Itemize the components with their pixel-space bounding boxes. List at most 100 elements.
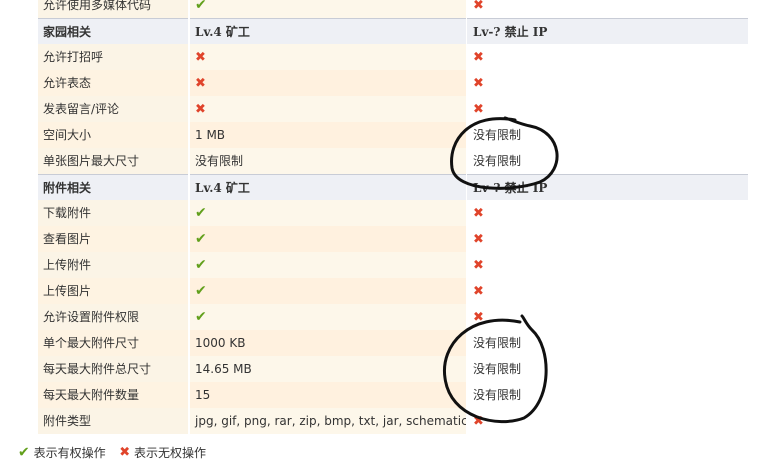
section-title: Lv-? 禁止 IP	[473, 181, 548, 195]
cross-icon: ✖	[473, 414, 484, 429]
cross-icon: ✖	[195, 102, 206, 117]
permission-label-row: 下载附件	[38, 200, 188, 226]
check-icon: ✔	[195, 0, 207, 13]
legend: ✔ 表示有权操作 ✖ 表示无权操作	[18, 444, 206, 461]
permission-labels-column: 允许使用多媒体代码 家园相关允许打招呼允许表态发表留言/评论 空间大小单张图片最大尺…	[38, 0, 188, 434]
cell-text: 没有限制	[473, 388, 522, 402]
permission-value-row: 没有限制	[467, 122, 748, 148]
cell-text: 下载附件	[43, 206, 92, 220]
cell-text: 上传图片	[43, 284, 92, 298]
cross-icon: ✖	[473, 206, 484, 221]
cell-text: 15	[195, 388, 211, 402]
permission-label-row: 发表留言/评论	[38, 96, 188, 122]
permission-label-row: 上传图片	[38, 278, 188, 304]
permission-label-row: 附件类型	[38, 408, 188, 434]
permission-value-row: ✖	[190, 96, 466, 122]
cross-icon: ✖	[473, 258, 484, 273]
cross-icon: ✖	[473, 232, 484, 247]
permission-label-row: 单个最大附件尺寸	[38, 330, 188, 356]
permission-label-row: 单张图片最大尺寸	[38, 148, 188, 174]
permission-value-row: ✔	[190, 278, 466, 304]
section-header: 附件相关	[38, 174, 188, 200]
cross-icon: ✖	[473, 50, 484, 65]
cross-icon: ✖	[473, 76, 484, 91]
permission-value-row: ✖	[190, 44, 466, 70]
permission-label-row: 每天最大附件数量	[38, 382, 188, 408]
permission-value-row: ✔	[190, 304, 466, 330]
permission-value-row: 14.65 MB	[190, 356, 466, 382]
permission-label-row: 查看图片	[38, 226, 188, 252]
section-title: 家园相关	[43, 25, 92, 39]
cell-text: 允许打招呼	[43, 50, 104, 64]
cell-text: 没有限制	[195, 154, 244, 168]
permission-value-row: ✔	[190, 252, 466, 278]
check-icon: ✔	[18, 444, 30, 461]
permission-value-row: 15	[190, 382, 466, 408]
current-group-column: ✔ Lv.4 矿工 ✖ ✖ ✖ 1 MB 没有限制 Lv.4 矿工 ✔ ✔ ✔ ✔ ✔ 1000 KB 14…	[190, 0, 466, 434]
permission-value-row: ✖	[467, 408, 748, 434]
permission-table: 允许使用多媒体代码 家园相关允许打招呼允许表态发表留言/评论 空间大小单张图片最大尺…	[0, 0, 768, 475]
permission-value-row: 没有限制	[467, 330, 748, 356]
section-header: Lv-? 禁止 IP	[467, 174, 748, 200]
cell-text: 允许表态	[43, 76, 92, 90]
section-title: 附件相关	[43, 181, 92, 195]
cell-text: 没有限制	[473, 336, 522, 350]
cell-text: 查看图片	[43, 232, 92, 246]
permission-value-row: ✖	[467, 96, 748, 122]
check-icon: ✔	[195, 283, 207, 299]
check-icon: ✔	[195, 257, 207, 273]
permission-value-row: ✖	[467, 0, 748, 18]
permission-value-row: 1000 KB	[190, 330, 466, 356]
section-title: Lv.4 矿工	[195, 181, 250, 195]
section-header: Lv.4 矿工	[190, 174, 466, 200]
legend-denied-text: 表示无权操作	[133, 446, 206, 460]
permission-value-row: 没有限制	[190, 148, 466, 174]
permission-value-row: ✖	[467, 304, 748, 330]
permission-value-row: ✔	[190, 226, 466, 252]
section-header: Lv.4 矿工	[190, 18, 466, 44]
permission-value-row: 没有限制	[467, 382, 748, 408]
cross-icon: ✖	[195, 50, 206, 65]
cross-icon: ✖	[473, 102, 484, 117]
check-icon: ✔	[195, 231, 207, 247]
permission-value-row: ✖	[467, 252, 748, 278]
cell-text: 单个最大附件尺寸	[43, 336, 140, 350]
permission-value-row: ✖	[467, 70, 748, 96]
cross-icon: ✖	[195, 76, 206, 91]
permission-value-row: 没有限制	[467, 148, 748, 174]
permission-value-row: ✖	[467, 278, 748, 304]
cell-text: 没有限制	[473, 154, 522, 168]
permission-value-row: ✖	[467, 44, 748, 70]
cell-text: 单张图片最大尺寸	[43, 154, 140, 168]
check-icon: ✔	[195, 205, 207, 221]
permission-value-row: ✔	[190, 0, 466, 18]
permission-value-row: ✖	[467, 200, 748, 226]
cell-text: 发表留言/评论	[43, 102, 120, 116]
permission-value-row: ✔	[190, 200, 466, 226]
cell-text: 附件类型	[43, 414, 92, 428]
check-icon: ✔	[195, 309, 207, 325]
cell-text: 14.65 MB	[195, 362, 252, 376]
cell-text: 每天最大附件数量	[43, 388, 140, 402]
cell-text: 1 MB	[195, 128, 226, 142]
cell-text: 没有限制	[473, 362, 522, 376]
cell-text: 空间大小	[43, 128, 92, 142]
cross-icon: ✖	[473, 284, 484, 299]
section-header: 家园相关	[38, 18, 188, 44]
permission-value-row: 1 MB	[190, 122, 466, 148]
permission-label-row: 允许使用多媒体代码	[38, 0, 188, 18]
permission-label-row: 每天最大附件总尺寸	[38, 356, 188, 382]
cell-text: 允许使用多媒体代码	[43, 0, 152, 12]
permission-label-row: 允许表态	[38, 70, 188, 96]
legend-allowed-text: 表示有权操作	[33, 446, 106, 460]
section-title: Lv.4 矿工	[195, 25, 250, 39]
cross-icon: ✖	[119, 445, 131, 460]
cell-text: 允许设置附件权限	[43, 310, 140, 324]
compare-group-column: ✖ Lv-? 禁止 IP ✖ ✖ ✖ 没有限制 没有限制 Lv-? 禁止 IP ✖ ✖ ✖ ✖ ✖ 没有限…	[467, 0, 748, 434]
permission-label-row: 允许设置附件权限	[38, 304, 188, 330]
permission-value-row: ✖	[467, 226, 748, 252]
cell-text: 1000 KB	[195, 336, 246, 350]
cross-icon: ✖	[473, 0, 484, 13]
cell-text: 每天最大附件总尺寸	[43, 362, 152, 376]
permission-value-row: ✖	[190, 70, 466, 96]
